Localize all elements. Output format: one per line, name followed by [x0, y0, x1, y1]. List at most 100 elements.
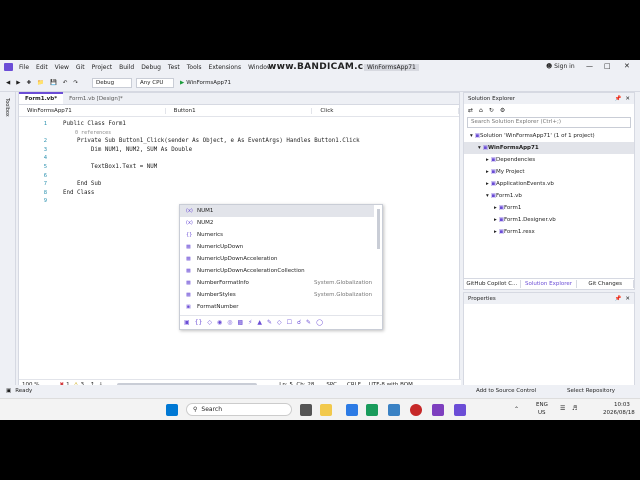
autocomplete-item[interactable]: {} Numerics — [180, 229, 382, 241]
menu-item-extensions[interactable]: Extensions — [209, 64, 242, 71]
menu-item-debug[interactable]: Debug — [141, 64, 161, 71]
code-line[interactable]: Dim NUM1, NUM2, SUM As Double — [63, 147, 192, 153]
redo-icon[interactable]: ↷ — [73, 80, 78, 86]
expand-arrow-icon[interactable]: ▸ — [494, 229, 497, 235]
open-icon[interactable]: 📁 — [37, 80, 44, 86]
solution-tree-item[interactable]: ▸ ▣ Form1.resx — [464, 226, 634, 238]
new-item-icon[interactable]: ✚ — [26, 80, 31, 86]
filter-event-icon[interactable]: ⚡ — [248, 319, 252, 326]
menu-item-edit[interactable]: Edit — [36, 64, 48, 71]
expand-arrow-icon[interactable]: ▸ — [494, 205, 497, 211]
solution-tree-item[interactable]: ▸ ▣ Form1 — [464, 202, 634, 214]
code-line[interactable]: Private Sub Button1_Click(sender As Obje… — [63, 138, 360, 144]
autocomplete-item[interactable]: (x) NUM2 — [180, 217, 382, 229]
platform-dropdown[interactable]: Any CPU — [136, 78, 175, 88]
config-dropdown[interactable]: Debug — [92, 78, 133, 88]
menu-item-git[interactable]: Git — [76, 64, 85, 71]
code-line[interactable]: Public Class Form1 — [63, 121, 126, 127]
back-icon[interactable]: ◀ — [6, 80, 10, 86]
filter-interface-icon[interactable]: ◎ — [227, 319, 232, 326]
solution-tree-item[interactable]: ▾ ▣ Solution 'WinFormsApp71' (1 of 1 pro… — [464, 130, 634, 142]
project-dropdown[interactable]: WinFormsApp71 — [19, 107, 166, 114]
undo-icon[interactable]: ↶ — [63, 80, 68, 86]
expand-arrow-icon[interactable]: ▸ — [486, 157, 489, 163]
solution-tree-item[interactable]: ▸ ▣ ApplicationEvents.vb — [464, 178, 634, 190]
bandicam-icon[interactable] — [410, 404, 422, 416]
autocomplete-scrollbar[interactable] — [377, 209, 380, 249]
filter-field-icon[interactable]: ◇ — [277, 319, 282, 326]
run-icon[interactable]: ▶ — [180, 80, 184, 86]
expand-arrow-icon[interactable]: ▾ — [486, 193, 489, 199]
wifi-icon[interactable]: ☰ — [560, 405, 565, 412]
add-to-source-control[interactable]: Add to Source Control — [476, 388, 536, 394]
start-icon[interactable] — [166, 404, 178, 416]
code-line[interactable]: 0 references — [63, 130, 111, 136]
file-explorer-icon[interactable] — [320, 404, 332, 416]
filter-keyword-icon[interactable]: ☌ — [297, 319, 301, 326]
signin-button[interactable]: ☻ Sign in — [546, 63, 575, 70]
event-dropdown[interactable]: Click — [312, 107, 460, 114]
forward-icon[interactable]: ▶ — [16, 80, 20, 86]
select-repository[interactable]: Select Repository — [567, 388, 615, 394]
expand-arrow-icon[interactable]: ▸ — [486, 181, 489, 187]
language-indicator[interactable]: ENG — [536, 402, 548, 408]
minimize-button[interactable]: — — [586, 62, 593, 70]
run-button[interactable]: WinFormsApp71 — [186, 80, 231, 86]
menu-item-view[interactable]: View — [55, 64, 69, 71]
refresh-icon[interactable]: ↻ — [489, 107, 494, 114]
filter-namespace-icon[interactable]: {} — [195, 319, 203, 326]
object-dropdown[interactable]: Button1 — [166, 107, 313, 114]
filter-snippet-icon[interactable]: ✎ — [306, 319, 311, 326]
vs-installer-icon[interactable] — [432, 404, 444, 416]
filter-struct-icon[interactable]: ▩ — [237, 319, 243, 326]
sync-icon[interactable]: ⇄ — [468, 107, 473, 114]
panel-tab[interactable]: GitHub Copilot C... — [464, 280, 521, 288]
code-line[interactable]: End Sub — [63, 181, 101, 187]
menu-item-file[interactable]: File — [19, 64, 29, 71]
clock-time[interactable]: 10:03 — [614, 402, 630, 408]
autocomplete-item[interactable]: (x) NUM1 — [180, 205, 374, 217]
code-line[interactable]: End Class — [63, 190, 94, 196]
filter-local-icon[interactable]: ☐ — [287, 319, 292, 326]
solution-search-input[interactable]: Search Solution Explorer (Ctrl+;) — [467, 117, 631, 128]
autocomplete-item[interactable]: ▣ FormatNumber — [180, 301, 382, 313]
tray-chevron-icon[interactable]: ⌃ — [514, 406, 519, 413]
expand-arrow-icon[interactable]: ▾ — [478, 145, 481, 151]
tab-form1-design[interactable]: Form1.vb [Design]* — [63, 94, 129, 104]
visual-studio-icon[interactable] — [454, 404, 466, 416]
settings-icon[interactable]: ⚙ — [500, 107, 505, 114]
autocomplete-item[interactable]: ▩ NumberStyles System.Globalization — [180, 289, 382, 301]
filter-extension-icon[interactable]: ◯ — [316, 319, 323, 326]
autocomplete-item[interactable]: ▩ NumericUpDownAccelerationCollection — [180, 265, 382, 277]
expand-arrow-icon[interactable]: ▾ — [470, 133, 473, 139]
solution-tree-item[interactable]: ▾ ▣ Form1.vb — [464, 190, 634, 202]
taskbar-search[interactable]: ⚲ Search — [186, 403, 292, 416]
menu-item-build[interactable]: Build — [119, 64, 134, 71]
task-view-icon[interactable] — [300, 404, 312, 416]
close-panel-icon[interactable]: ✕ — [625, 96, 630, 102]
volume-icon[interactable]: ♬ — [572, 405, 577, 412]
solution-tree-item[interactable]: ▸ ▣ Form1.Designer.vb — [464, 214, 634, 226]
menu-item-test[interactable]: Test — [168, 64, 180, 71]
pin-icon[interactable]: 📌 — [615, 96, 622, 102]
properties-close-icon[interactable]: ✕ — [625, 296, 630, 302]
filter-enum-icon[interactable]: ◇ — [207, 319, 212, 326]
store-icon[interactable] — [388, 404, 400, 416]
filter-method-icon[interactable]: ▲ — [257, 319, 262, 326]
filter-all-icon[interactable]: ▣ — [184, 319, 190, 326]
panel-tab[interactable]: Solution Explorer — [520, 280, 578, 288]
autocomplete-item[interactable]: ▩ NumericUpDownAcceleration — [180, 253, 382, 265]
code-line[interactable]: TextBox1.Text = NUM — [63, 164, 157, 170]
maximize-button[interactable]: □ — [604, 62, 611, 70]
expand-arrow-icon[interactable]: ▸ — [486, 169, 489, 175]
expand-arrow-icon[interactable]: ▸ — [494, 217, 497, 223]
menu-item-tools[interactable]: Tools — [187, 64, 202, 71]
toolbox-tab[interactable]: Toolbox — [4, 98, 10, 117]
close-button[interactable]: ✕ — [624, 62, 630, 70]
solution-tree-item[interactable]: ▸ ▣ My Project — [464, 166, 634, 178]
autocomplete-item[interactable]: ▩ NumericUpDown — [180, 241, 382, 253]
save-icon[interactable]: 💾 — [50, 80, 57, 86]
menu-item-project[interactable]: Project — [92, 64, 113, 71]
edge-icon[interactable] — [346, 404, 358, 416]
panel-tab[interactable]: Git Changes — [577, 280, 635, 288]
